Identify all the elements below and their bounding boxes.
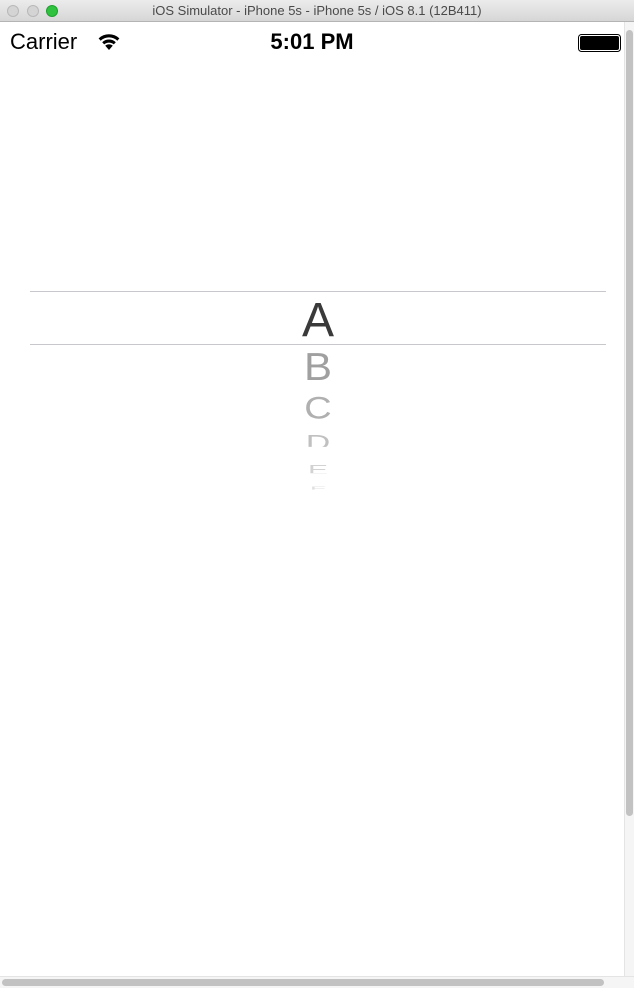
picker-row[interactable]: E	[30, 464, 606, 473]
picker-row[interactable]: F	[30, 486, 606, 490]
ios-status-bar: Carrier 5:01 PM	[0, 22, 624, 62]
picker-row[interactable]: B	[30, 348, 606, 387]
simulator-window: iOS Simulator - iPhone 5s - iPhone 5s / …	[0, 0, 634, 988]
battery-full-icon	[578, 34, 621, 52]
picker-row[interactable]: C	[30, 393, 606, 424]
title-bar[interactable]: iOS Simulator - iPhone 5s - iPhone 5s / …	[0, 0, 634, 22]
selection-indicator-top	[30, 291, 606, 292]
status-time: 5:01 PM	[270, 29, 354, 54]
window-title: iOS Simulator - iPhone 5s - iPhone 5s / …	[152, 3, 482, 18]
picker-row-selected[interactable]: A	[30, 297, 606, 345]
picker-row[interactable]: D	[30, 432, 606, 447]
vertical-scrollbar-thumb[interactable]	[626, 30, 633, 816]
letter-picker[interactable]: A B C D E F	[30, 230, 606, 510]
horizontal-scrollbar-thumb[interactable]	[2, 979, 604, 986]
